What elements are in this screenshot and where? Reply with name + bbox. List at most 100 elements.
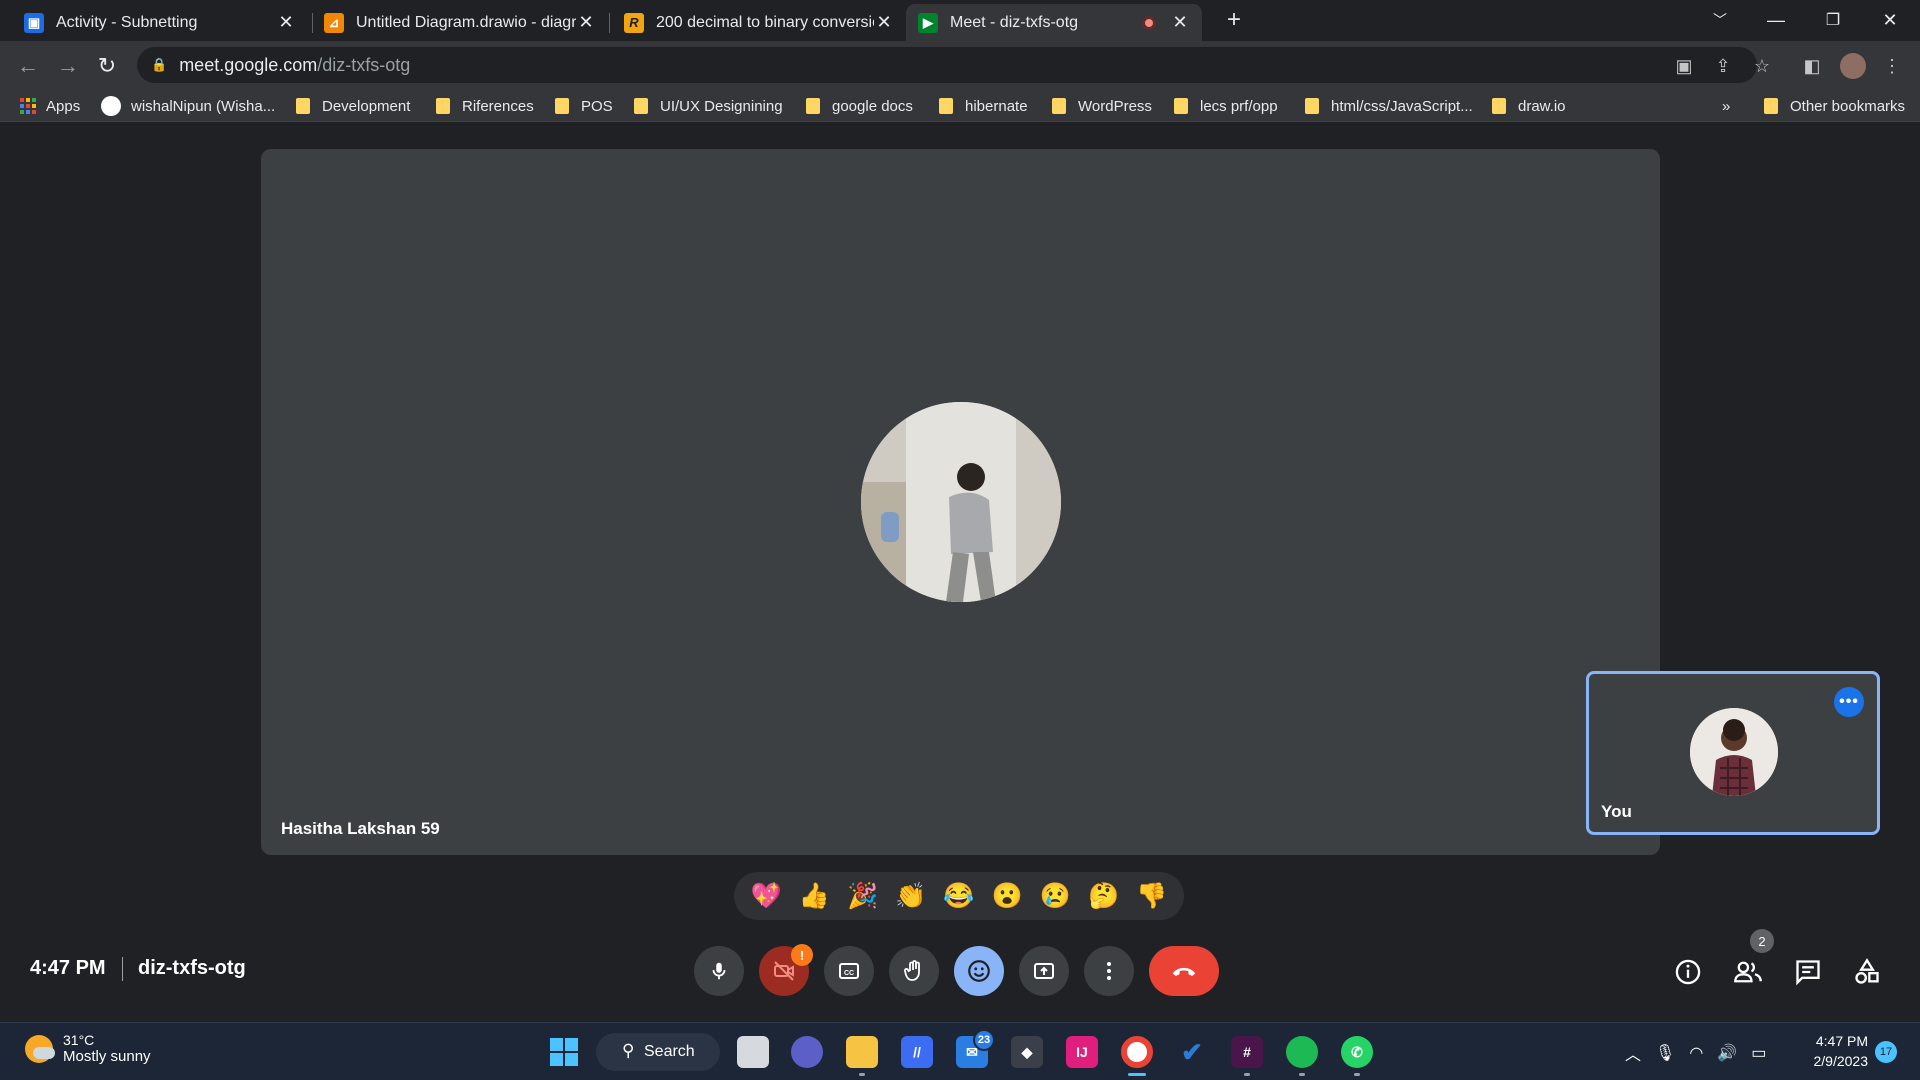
wifi-icon[interactable]: ◠ <box>1689 1043 1703 1063</box>
captions-button[interactable]: CC <box>824 946 874 996</box>
bookmark-github[interactable]: wishalNipun (Wisha... <box>101 96 275 116</box>
bookmark-other[interactable]: Other bookmarks <box>1764 96 1905 116</box>
tab-decimal-binary[interactable]: R 200 decimal to binary conversion ✕ <box>612 4 906 41</box>
slack-icon[interactable]: # <box>1231 1036 1263 1068</box>
volume-icon[interactable]: 🔊 <box>1717 1043 1737 1063</box>
teams-chat-icon[interactable] <box>791 1036 823 1068</box>
profile-avatar[interactable] <box>1840 53 1866 79</box>
taskbar-search[interactable]: ⚲ Search <box>596 1033 720 1071</box>
unity-icon[interactable]: ◆ <box>1011 1036 1043 1068</box>
running-indicator <box>859 1073 865 1076</box>
participant-tile[interactable]: Hasitha Lakshan 59 <box>261 149 1660 855</box>
meeting-details-icon[interactable] <box>1671 955 1705 989</box>
file-explorer-icon[interactable] <box>846 1036 878 1068</box>
search-label: Search <box>644 1043 695 1060</box>
share-icon[interactable]: ⇪ <box>1711 54 1735 78</box>
bookmarks-overflow-button[interactable]: » <box>1722 96 1730 116</box>
address-bar[interactable]: 🔒 meet.google.com/diz-txfs-otg <box>137 47 1757 83</box>
menu-icon[interactable]: ⋮ <box>1880 54 1904 78</box>
reaction-thinking[interactable]: 🤔 <box>1088 882 1119 911</box>
windows-taskbar: 31°C Mostly sunny ⚲ Search // ✉ 23 ◆ IJ … <box>0 1022 1920 1080</box>
system-clock[interactable]: 4:47 PM 2/9/2023 <box>1806 1031 1869 1071</box>
close-icon[interactable]: ✕ <box>276 12 296 33</box>
bookmark-folder[interactable]: POS <box>555 96 613 116</box>
bookmark-apps[interactable]: Apps <box>20 96 80 116</box>
task-view-icon[interactable] <box>737 1036 769 1068</box>
bookmark-folder[interactable]: html/css/JavaScript... <box>1305 96 1473 116</box>
reaction-thumbs-up[interactable]: 👍 <box>799 882 830 911</box>
meeting-time: 4:47 PM <box>30 957 106 979</box>
reaction-laughing[interactable]: 😂 <box>943 882 974 911</box>
chat-icon[interactable] <box>1791 955 1825 989</box>
leave-call-button[interactable] <box>1149 946 1219 996</box>
bookmark-folder[interactable]: UI/UX Designining <box>634 96 783 116</box>
reaction-crying[interactable]: 😢 <box>1040 882 1071 911</box>
divider <box>122 957 123 981</box>
restore-button[interactable]: ❐ <box>1813 6 1853 34</box>
bookmark-folder[interactable]: Riferences <box>436 96 534 116</box>
bookmark-label: Development <box>322 97 411 115</box>
bookmark-folder[interactable]: draw.io <box>1492 96 1566 116</box>
battery-icon[interactable]: ▭ <box>1751 1043 1766 1063</box>
reload-icon[interactable]: ↻ <box>91 50 123 82</box>
bookmark-folder[interactable]: WordPress <box>1052 96 1152 116</box>
meeting-code: diz-txfs-otg <box>138 957 246 979</box>
notification-badge[interactable]: 17 <box>1875 1041 1897 1063</box>
intellij-icon[interactable]: IJ <box>1066 1036 1098 1068</box>
close-icon[interactable]: ✕ <box>1170 12 1190 33</box>
reaction-thumbs-down[interactable]: 👎 <box>1136 882 1167 911</box>
bookmark-star-icon[interactable]: ☆ <box>1750 54 1774 78</box>
windows-start-icon[interactable] <box>550 1038 578 1066</box>
camera-blocked-icon[interactable]: ▣ <box>1672 54 1696 78</box>
bookmark-folder[interactable]: google docs <box>806 96 913 116</box>
reaction-clapping[interactable]: 👏 <box>895 882 926 911</box>
close-window-button[interactable]: ✕ <box>1870 6 1910 34</box>
activities-icon[interactable] <box>1850 955 1884 989</box>
participant-name: Hasitha Lakshan 59 <box>281 819 440 838</box>
tab-title: Meet - diz-txfs-otg <box>950 13 1079 31</box>
todo-icon[interactable]: ✔ <box>1176 1036 1208 1068</box>
present-screen-button[interactable] <box>1019 946 1069 996</box>
more-options-icon[interactable]: ••• <box>1834 687 1864 717</box>
back-icon[interactable]: ← <box>12 50 44 82</box>
forward-icon[interactable]: → <box>52 50 84 82</box>
new-tab-button[interactable]: + <box>1214 6 1254 34</box>
bookmark-label: Other bookmarks <box>1790 97 1906 115</box>
reaction-party-popper[interactable]: 🎉 <box>847 882 878 911</box>
closed-captions-icon: CC <box>839 963 859 979</box>
raise-hand-button[interactable] <box>889 946 939 996</box>
bookmark-label: WordPress <box>1078 97 1152 115</box>
bookmark-label: Apps <box>46 97 81 115</box>
bookmark-folder[interactable]: Development <box>296 96 410 116</box>
reaction-sparkling-heart[interactable]: 💖 <box>751 882 782 911</box>
tab-meet[interactable]: ▶ Meet - diz-txfs-otg ✕ <box>906 4 1202 41</box>
tab-activity-subnetting[interactable]: ▣ Activity - Subnetting ✕ <box>12 4 308 41</box>
app-icon[interactable]: // <box>901 1036 933 1068</box>
participant-avatar <box>861 402 1061 602</box>
close-icon[interactable]: ✕ <box>874 12 894 33</box>
tab-search-icon[interactable]: ﹀ <box>1700 6 1740 34</box>
hand-icon <box>904 960 920 981</box>
people-icon[interactable] <box>1731 955 1765 989</box>
reactions-button[interactable] <box>954 946 1004 996</box>
close-icon[interactable]: ✕ <box>576 12 596 33</box>
minimize-button[interactable]: — <box>1756 6 1796 34</box>
self-view-tile[interactable]: ••• You <box>1586 671 1880 835</box>
chrome-icon[interactable] <box>1121 1036 1153 1068</box>
weather-condition: Mostly sunny <box>63 1048 151 1065</box>
tab-title: 200 decimal to binary conversion <box>656 13 874 31</box>
reaction-surprised[interactable]: 😮 <box>992 882 1023 911</box>
bookmark-folder[interactable]: lecs prf/opp <box>1174 96 1278 116</box>
side-panel-icon[interactable]: ◧ <box>1800 54 1824 78</box>
chevron-up-icon[interactable]: ︿ <box>1625 1041 1641 1065</box>
weather-widget[interactable]: 31°C Mostly sunny <box>25 1032 151 1065</box>
edge-icon[interactable] <box>1286 1036 1318 1068</box>
tab-untitled-diagram[interactable]: ⊿ Untitled Diagram.drawio - diagrams.net… <box>312 4 608 41</box>
microphone-tray-icon[interactable]: 🎙 <box>1655 1043 1675 1063</box>
microphone-button[interactable] <box>694 946 744 996</box>
more-vert-icon <box>1107 962 1111 980</box>
bookmark-folder[interactable]: hibernate <box>939 96 1028 116</box>
bookmarks-bar: Apps wishalNipun (Wisha... Development R… <box>0 90 1920 122</box>
whatsapp-icon[interactable]: ✆ <box>1341 1036 1373 1068</box>
more-options-button[interactable] <box>1084 946 1134 996</box>
